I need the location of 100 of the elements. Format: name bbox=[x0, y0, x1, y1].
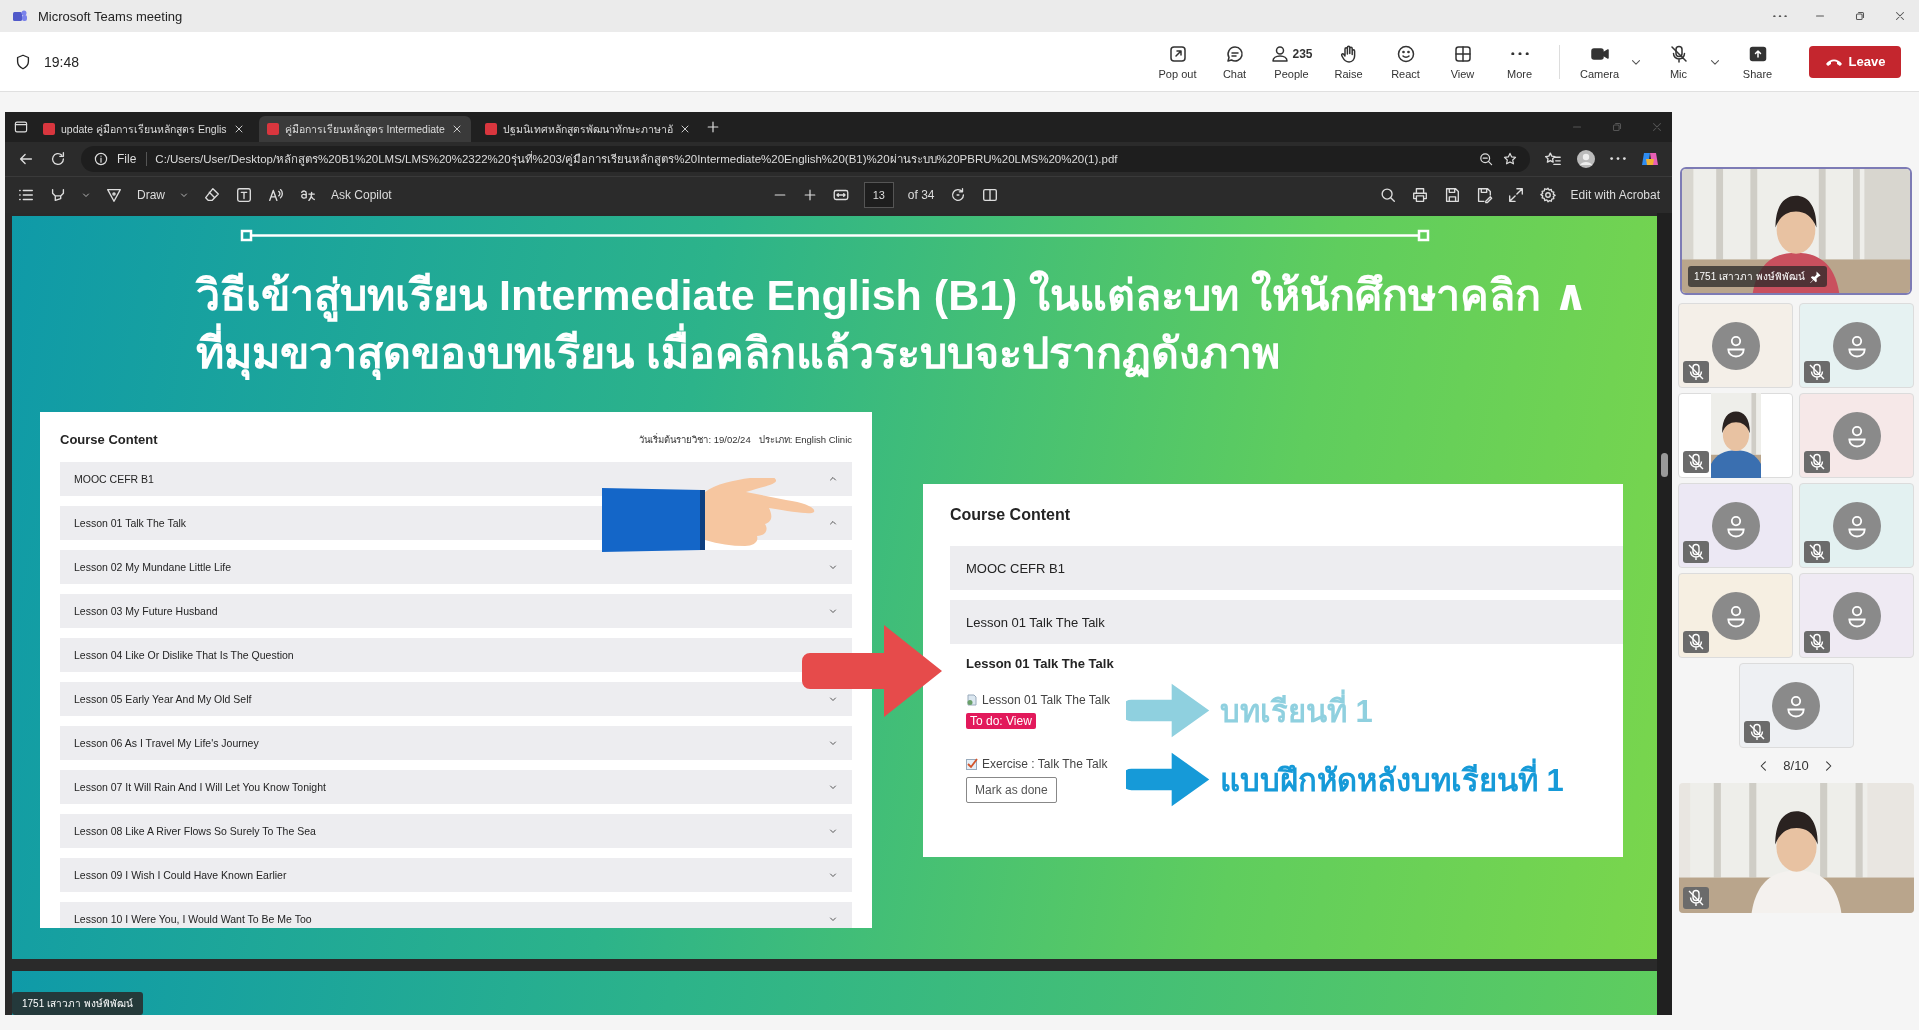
lesson-row[interactable]: MOOC CEFR B1 bbox=[950, 546, 1623, 590]
more-icon bbox=[1510, 51, 1529, 56]
chevron-down-icon bbox=[828, 826, 838, 836]
chevron-down-icon bbox=[828, 738, 838, 748]
participant-tile[interactable] bbox=[1678, 303, 1793, 388]
lesson-row[interactable]: Lesson 07 It Will Rain And I Will Let You Know Tonight bbox=[60, 770, 852, 804]
lesson-row[interactable]: Lesson 01 Talk The Talk bbox=[950, 600, 1623, 644]
participant-name: 1751 เสาวภา พงษ์พิพัฒน์ bbox=[1688, 266, 1827, 287]
mark-as-done-button[interactable]: Mark as done bbox=[966, 776, 1057, 803]
document-icon bbox=[966, 693, 978, 706]
annotation-text: แบบฝึกหัดหลังบทเรียนที่ 1 bbox=[1220, 754, 1564, 805]
annotation-text: บทเรียนที่ 1 bbox=[1220, 685, 1373, 736]
address-bar[interactable]: File C:/Users/User/Desktop/หลักสูตร%20B1%20LMS/LMS%20%2322%20รุ่นที่%203/คู่มือการเรียนหลักสูตร%20Intermediate%20English%20(B1)%20ผ่านระบบ%20PBRU%20LMS%20%20(1).pdf bbox=[81, 146, 1530, 172]
browser-tab[interactable]: update คู่มือการเรียนหลักสูตร Englis bbox=[35, 116, 253, 142]
chevron-up-icon bbox=[828, 474, 838, 484]
pop-out-icon bbox=[1167, 43, 1188, 64]
course-category: ประเภท: English Clinic bbox=[758, 432, 852, 447]
zoom-out-icon bbox=[1478, 151, 1494, 167]
toolbar-button[interactable]: More bbox=[1492, 43, 1547, 80]
page-number-field[interactable]: 13 bbox=[863, 182, 894, 208]
toolbar-button[interactable]: Raise bbox=[1321, 43, 1376, 80]
activity-title[interactable]: Lesson 01 Talk The Talk bbox=[982, 692, 1111, 707]
fullscreen-icon[interactable] bbox=[1506, 186, 1525, 204]
chevron-down-icon bbox=[828, 870, 838, 880]
avatar-icon bbox=[1832, 501, 1881, 550]
highlighter-icon[interactable] bbox=[49, 186, 67, 204]
eraser-icon[interactable] bbox=[203, 186, 221, 204]
browser-tab[interactable]: ปฐมนิเทศหลักสูตรพัฒนาทักษะภาษาอั bbox=[476, 116, 699, 142]
grid-icon bbox=[1452, 43, 1473, 64]
participant-tile[interactable] bbox=[1678, 483, 1793, 568]
page-total: of 34 bbox=[907, 188, 935, 202]
card-title: Course Content bbox=[60, 431, 158, 447]
avatar-icon bbox=[1711, 501, 1760, 550]
read-aloud-icon[interactable] bbox=[267, 186, 285, 204]
info-icon bbox=[93, 151, 109, 167]
lesson-row[interactable]: Lesson 02 My Mundane Little Life bbox=[60, 550, 852, 584]
browser-tab[interactable]: คู่มือการเรียนหลักสูตร Intermediate bbox=[258, 116, 471, 142]
participant-tile[interactable] bbox=[1799, 573, 1914, 658]
more-icon[interactable] bbox=[1610, 157, 1626, 161]
settings-icon[interactable] bbox=[1538, 186, 1557, 204]
avatar-icon bbox=[1711, 321, 1760, 370]
avatar-icon bbox=[1772, 681, 1820, 730]
participant-tile[interactable] bbox=[1799, 303, 1914, 388]
mic-off-icon bbox=[1668, 43, 1689, 64]
draw-label[interactable]: Draw bbox=[137, 188, 165, 202]
lesson-row[interactable]: Lesson 08 Like A River Flows So Surely To The Sea bbox=[60, 814, 852, 848]
chevron-down-icon bbox=[828, 914, 838, 924]
toolbar-button[interactable]: React bbox=[1378, 43, 1433, 80]
lesson-row[interactable]: Lesson 04 Like Or Dislike That Is The Question bbox=[60, 638, 852, 672]
card-title: Course Content bbox=[950, 506, 1071, 524]
participant-tile[interactable] bbox=[1678, 393, 1793, 478]
print-icon[interactable] bbox=[1410, 186, 1429, 204]
activity-title[interactable]: Exercise : Talk The Talk bbox=[982, 756, 1108, 771]
participant-tile[interactable] bbox=[1799, 483, 1914, 568]
close-icon[interactable] bbox=[1893, 9, 1907, 23]
chevron-down-icon bbox=[828, 562, 838, 572]
toolbar-button[interactable]: View bbox=[1435, 43, 1490, 80]
more-icon[interactable] bbox=[1773, 14, 1787, 18]
profile-icon[interactable] bbox=[1576, 149, 1596, 169]
leave-button[interactable]: Leave bbox=[1809, 45, 1901, 78]
toolbar-button[interactable]: Share bbox=[1730, 43, 1785, 80]
tab-actions-icon[interactable] bbox=[13, 119, 29, 135]
chevron-down-icon bbox=[828, 606, 838, 616]
participant-tile[interactable] bbox=[1738, 663, 1854, 748]
toolbar-button[interactable]: Mic bbox=[1651, 43, 1706, 80]
lesson-row[interactable]: Lesson 10 I Were You, I Would Want To Be Me Too bbox=[60, 902, 852, 928]
scrollbar[interactable] bbox=[1657, 213, 1672, 1015]
avatar-icon bbox=[1711, 591, 1760, 640]
toolbar-button[interactable]: Camera bbox=[1572, 43, 1627, 80]
edit-with-acrobat-button[interactable]: Edit with Acrobat bbox=[1570, 188, 1660, 202]
meeting-timer: 19:48 bbox=[44, 53, 80, 70]
lesson-row[interactable]: Lesson 03 My Future Husband bbox=[60, 594, 852, 628]
toolbar-button[interactable]: Chat bbox=[1207, 43, 1262, 80]
chevron-down-icon bbox=[828, 782, 838, 792]
lesson-row[interactable]: MOOC CEFR B1 bbox=[60, 462, 852, 496]
avatar-icon bbox=[1832, 321, 1881, 370]
restore-icon[interactable] bbox=[1853, 9, 1867, 23]
app-logo-icon bbox=[12, 8, 28, 24]
status-badge: To do: View bbox=[966, 712, 1036, 729]
text-box-icon[interactable] bbox=[235, 186, 253, 204]
arrow-icon bbox=[802, 625, 942, 717]
ask-copilot-button[interactable]: Ask Copilot bbox=[331, 188, 392, 202]
favorites-icon[interactable] bbox=[1544, 150, 1562, 168]
start-date: วันเริ่มต้นรายวิชา: 19/02/24 bbox=[639, 432, 751, 447]
toolbar-button[interactable]: Pop out bbox=[1150, 43, 1205, 80]
participant-tile[interactable] bbox=[1678, 573, 1793, 658]
avatar-icon bbox=[1832, 591, 1881, 640]
smiley-icon bbox=[1395, 43, 1416, 64]
lesson-row[interactable]: Lesson 09 I Wish I Could Have Known Earlier bbox=[60, 858, 852, 892]
toolbar-button[interactable]: 235 People bbox=[1264, 43, 1319, 80]
lesson-row[interactable]: Lesson 06 As I Travel My Life's Journey bbox=[60, 726, 852, 760]
caret-icon[interactable] bbox=[179, 190, 189, 200]
lesson-row[interactable]: Lesson 05 Early Year And My Old Self bbox=[60, 682, 852, 716]
refresh-icon[interactable] bbox=[49, 150, 67, 168]
caret-icon[interactable] bbox=[81, 190, 91, 200]
draw-icon[interactable] bbox=[105, 186, 123, 204]
video-tile[interactable]: 1751 เสาวภา พงษ์พิพัฒน์ bbox=[1680, 167, 1912, 295]
page-view-icon[interactable] bbox=[980, 186, 999, 204]
participant-tile[interactable] bbox=[1799, 393, 1914, 478]
avatar-icon bbox=[1832, 411, 1881, 460]
